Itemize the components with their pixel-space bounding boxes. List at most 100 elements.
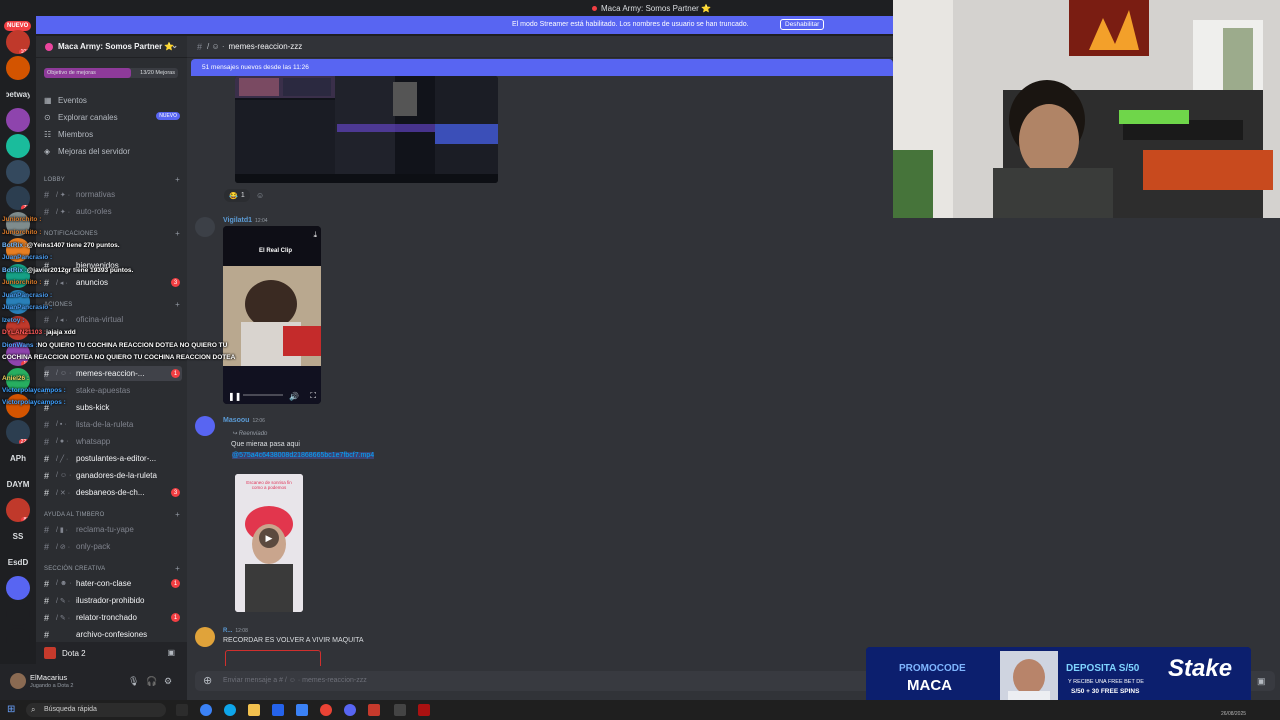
voice-status[interactable]: Dota 2 ▣ bbox=[36, 642, 187, 664]
add-channel-icon[interactable]: + bbox=[175, 229, 180, 238]
microphone-icon[interactable]: 🎙 bbox=[128, 676, 139, 687]
add-channel-icon[interactable]: + bbox=[175, 510, 180, 519]
channel-item[interactable]: # / ⊘ · only-pack bbox=[44, 539, 182, 554]
play-icon[interactable]: ▶ bbox=[259, 528, 279, 548]
pause-icon[interactable]: ❚❚ bbox=[228, 392, 241, 401]
message-author[interactable]: Vigilatd1 12:04 bbox=[223, 217, 268, 224]
server-icon[interactable] bbox=[6, 290, 30, 314]
server-icon[interactable] bbox=[6, 316, 30, 340]
windows-start-icon[interactable]: ⊞ bbox=[7, 704, 15, 715]
server-icon[interactable] bbox=[6, 264, 30, 288]
add-channel-icon[interactable]: + bbox=[175, 300, 180, 309]
server-icon[interactable]: 106 bbox=[6, 30, 30, 54]
download-icon[interactable]: ⤓ bbox=[313, 230, 317, 240]
server-icon[interactable] bbox=[6, 628, 30, 652]
gear-icon[interactable]: ⚙ bbox=[164, 676, 172, 687]
avatar[interactable] bbox=[195, 416, 215, 436]
channel-category[interactable]: ACIONES + bbox=[44, 300, 180, 310]
taskbar-search[interactable]: ⌕ Búsqueda rápida bbox=[26, 703, 166, 717]
channel-item[interactable]: # / ☺ · ganadores-de-la-ruleta bbox=[44, 468, 182, 483]
chevron-down-icon[interactable]: ⌄ bbox=[171, 41, 178, 50]
server-icon[interactable] bbox=[6, 368, 30, 392]
channel-item[interactable]: # / ☻ · hater-con-clase 1 bbox=[44, 576, 182, 591]
server-icon[interactable]: 71 bbox=[6, 186, 30, 210]
fullscreen-icon[interactable]: ⛶ bbox=[310, 391, 316, 401]
server-icon[interactable] bbox=[6, 602, 30, 626]
volume-icon[interactable]: 🔊 bbox=[289, 392, 299, 401]
video-progress-bar[interactable] bbox=[243, 394, 283, 396]
video-attachment[interactable]: El Real Clip ⤓ ❚❚ 🔊 ⛶ bbox=[223, 226, 321, 404]
settings-app-icon[interactable] bbox=[296, 704, 308, 716]
add-channel-icon[interactable]: + bbox=[175, 175, 180, 184]
server-icon[interactable]: betway bbox=[6, 82, 30, 106]
channel-item[interactable]: # / ● · whatsapp bbox=[44, 434, 182, 449]
channel-category[interactable]: AYUDA AL TIMBERO + bbox=[44, 510, 180, 520]
avatar[interactable] bbox=[195, 627, 215, 647]
channel-item[interactable]: # / ╱ · postulantes-a-editor-... bbox=[44, 451, 182, 466]
reaction-chip[interactable]: 😂 1 bbox=[224, 189, 250, 202]
new-messages-bar[interactable]: 51 mensajes nuevos desde las 11:26 bbox=[191, 59, 893, 76]
message-author[interactable]: R... 12:08 bbox=[223, 628, 248, 634]
add-channel-icon[interactable]: + bbox=[175, 564, 180, 573]
server-icon[interactable] bbox=[6, 134, 30, 158]
channel-item[interactable]: # / ▮ · reclama-tu-yape bbox=[44, 522, 182, 537]
sidebar-item[interactable]: ⊙ Explorar canales NUEVO bbox=[44, 110, 180, 124]
channel-category[interactable]: SECCIÓN CREATIVA + bbox=[44, 564, 180, 574]
server-icon[interactable] bbox=[6, 576, 30, 600]
channel-item[interactable]: # / ◂ · oficina-virtual bbox=[44, 312, 182, 327]
channel-category[interactable]: LOBBY + bbox=[44, 175, 180, 185]
server-icon[interactable]: 16 bbox=[6, 342, 30, 366]
channel-item[interactable]: # / ✕ · desbaneos-de-ch... 3 bbox=[44, 485, 182, 500]
chrome-icon[interactable] bbox=[320, 704, 332, 716]
avatar[interactable] bbox=[10, 673, 26, 689]
sidebar-item[interactable]: ◈ Mejoras del servidor bbox=[44, 144, 180, 158]
channel-item[interactable]: # / ✎ · ilustrador-prohibido bbox=[44, 593, 182, 608]
disable-streamer-button[interactable]: Deshabilitar bbox=[780, 19, 825, 30]
channel-item[interactable]: # / ▪ · lista-de-la-ruleta bbox=[44, 417, 182, 432]
server-icon[interactable] bbox=[6, 394, 30, 418]
obs-icon[interactable] bbox=[394, 704, 406, 716]
edge-icon[interactable] bbox=[200, 704, 212, 716]
server-icon[interactable] bbox=[6, 56, 30, 80]
channel-item[interactable]: # / ◂ · anuncios 3 bbox=[44, 275, 182, 290]
image-attachment[interactable] bbox=[235, 76, 498, 183]
channel-item[interactable]: # / ☺ · memes-reaccion-... 1 bbox=[44, 366, 182, 381]
discord-icon[interactable] bbox=[344, 704, 356, 716]
dota-app-icon[interactable] bbox=[368, 704, 380, 716]
server-icon[interactable]: DAYM bbox=[6, 472, 30, 496]
server-icon[interactable] bbox=[6, 212, 30, 236]
folder-icon[interactable] bbox=[248, 704, 260, 716]
video-attachment[interactable]: Escaneo de sonrisa fin como a podemos ▶ bbox=[235, 474, 303, 612]
store-icon[interactable] bbox=[272, 704, 284, 716]
server-icon[interactable]: 87 bbox=[6, 498, 30, 522]
file-link[interactable]: @575a4c6438008d21868665bc1e7fbcf7.mp4 bbox=[232, 452, 375, 459]
server-icon[interactable]: APh bbox=[6, 446, 30, 470]
avatar[interactable] bbox=[195, 217, 215, 237]
channel-item[interactable]: # / ✦ · normativas bbox=[44, 187, 182, 202]
server-icon[interactable] bbox=[6, 238, 30, 262]
image-attachment[interactable] bbox=[225, 650, 321, 666]
server-icon[interactable] bbox=[6, 160, 30, 184]
emoji-icon[interactable]: ▣ bbox=[1257, 676, 1266, 687]
message-author[interactable]: Masoou 12:06 bbox=[223, 417, 265, 424]
sidebar-item[interactable]: ▦ Eventos bbox=[44, 93, 180, 107]
server-icon[interactable]: EsdD bbox=[6, 550, 30, 574]
server-icon[interactable] bbox=[6, 108, 30, 132]
sidebar-item[interactable]: ☷ Miembros bbox=[44, 127, 180, 141]
channel-item[interactable]: # / ✦ · auto-roles bbox=[44, 204, 182, 219]
task-view-icon[interactable] bbox=[176, 704, 188, 716]
voice-settings-icon[interactable]: ▣ bbox=[167, 648, 175, 657]
channel-category[interactable]: NOTIFICACIONES + bbox=[44, 229, 180, 239]
server-icon[interactable]: SS bbox=[6, 524, 30, 548]
server-icon[interactable]: 224 bbox=[6, 420, 30, 444]
server-header[interactable]: Maca Army: Somos Partner ⭐ ⌄ bbox=[36, 36, 187, 58]
channel-item[interactable]: # / ✎ · relator-tronchado 1 bbox=[44, 610, 182, 625]
headphones-icon[interactable]: 🎧 bbox=[146, 676, 157, 687]
boost-progress[interactable]: Objetivo de mejoras 13/20 Mejoras bbox=[44, 68, 178, 78]
browser-icon[interactable] bbox=[224, 704, 236, 716]
channel-item[interactable]: # archivo-confesiones bbox=[44, 627, 182, 642]
add-reaction-icon[interactable]: ☺ bbox=[256, 191, 264, 200]
app-icon[interactable] bbox=[418, 704, 430, 716]
add-attachment-icon[interactable]: ⊕ bbox=[203, 674, 212, 687]
channel-item[interactable]: # subs-kick bbox=[44, 400, 182, 415]
